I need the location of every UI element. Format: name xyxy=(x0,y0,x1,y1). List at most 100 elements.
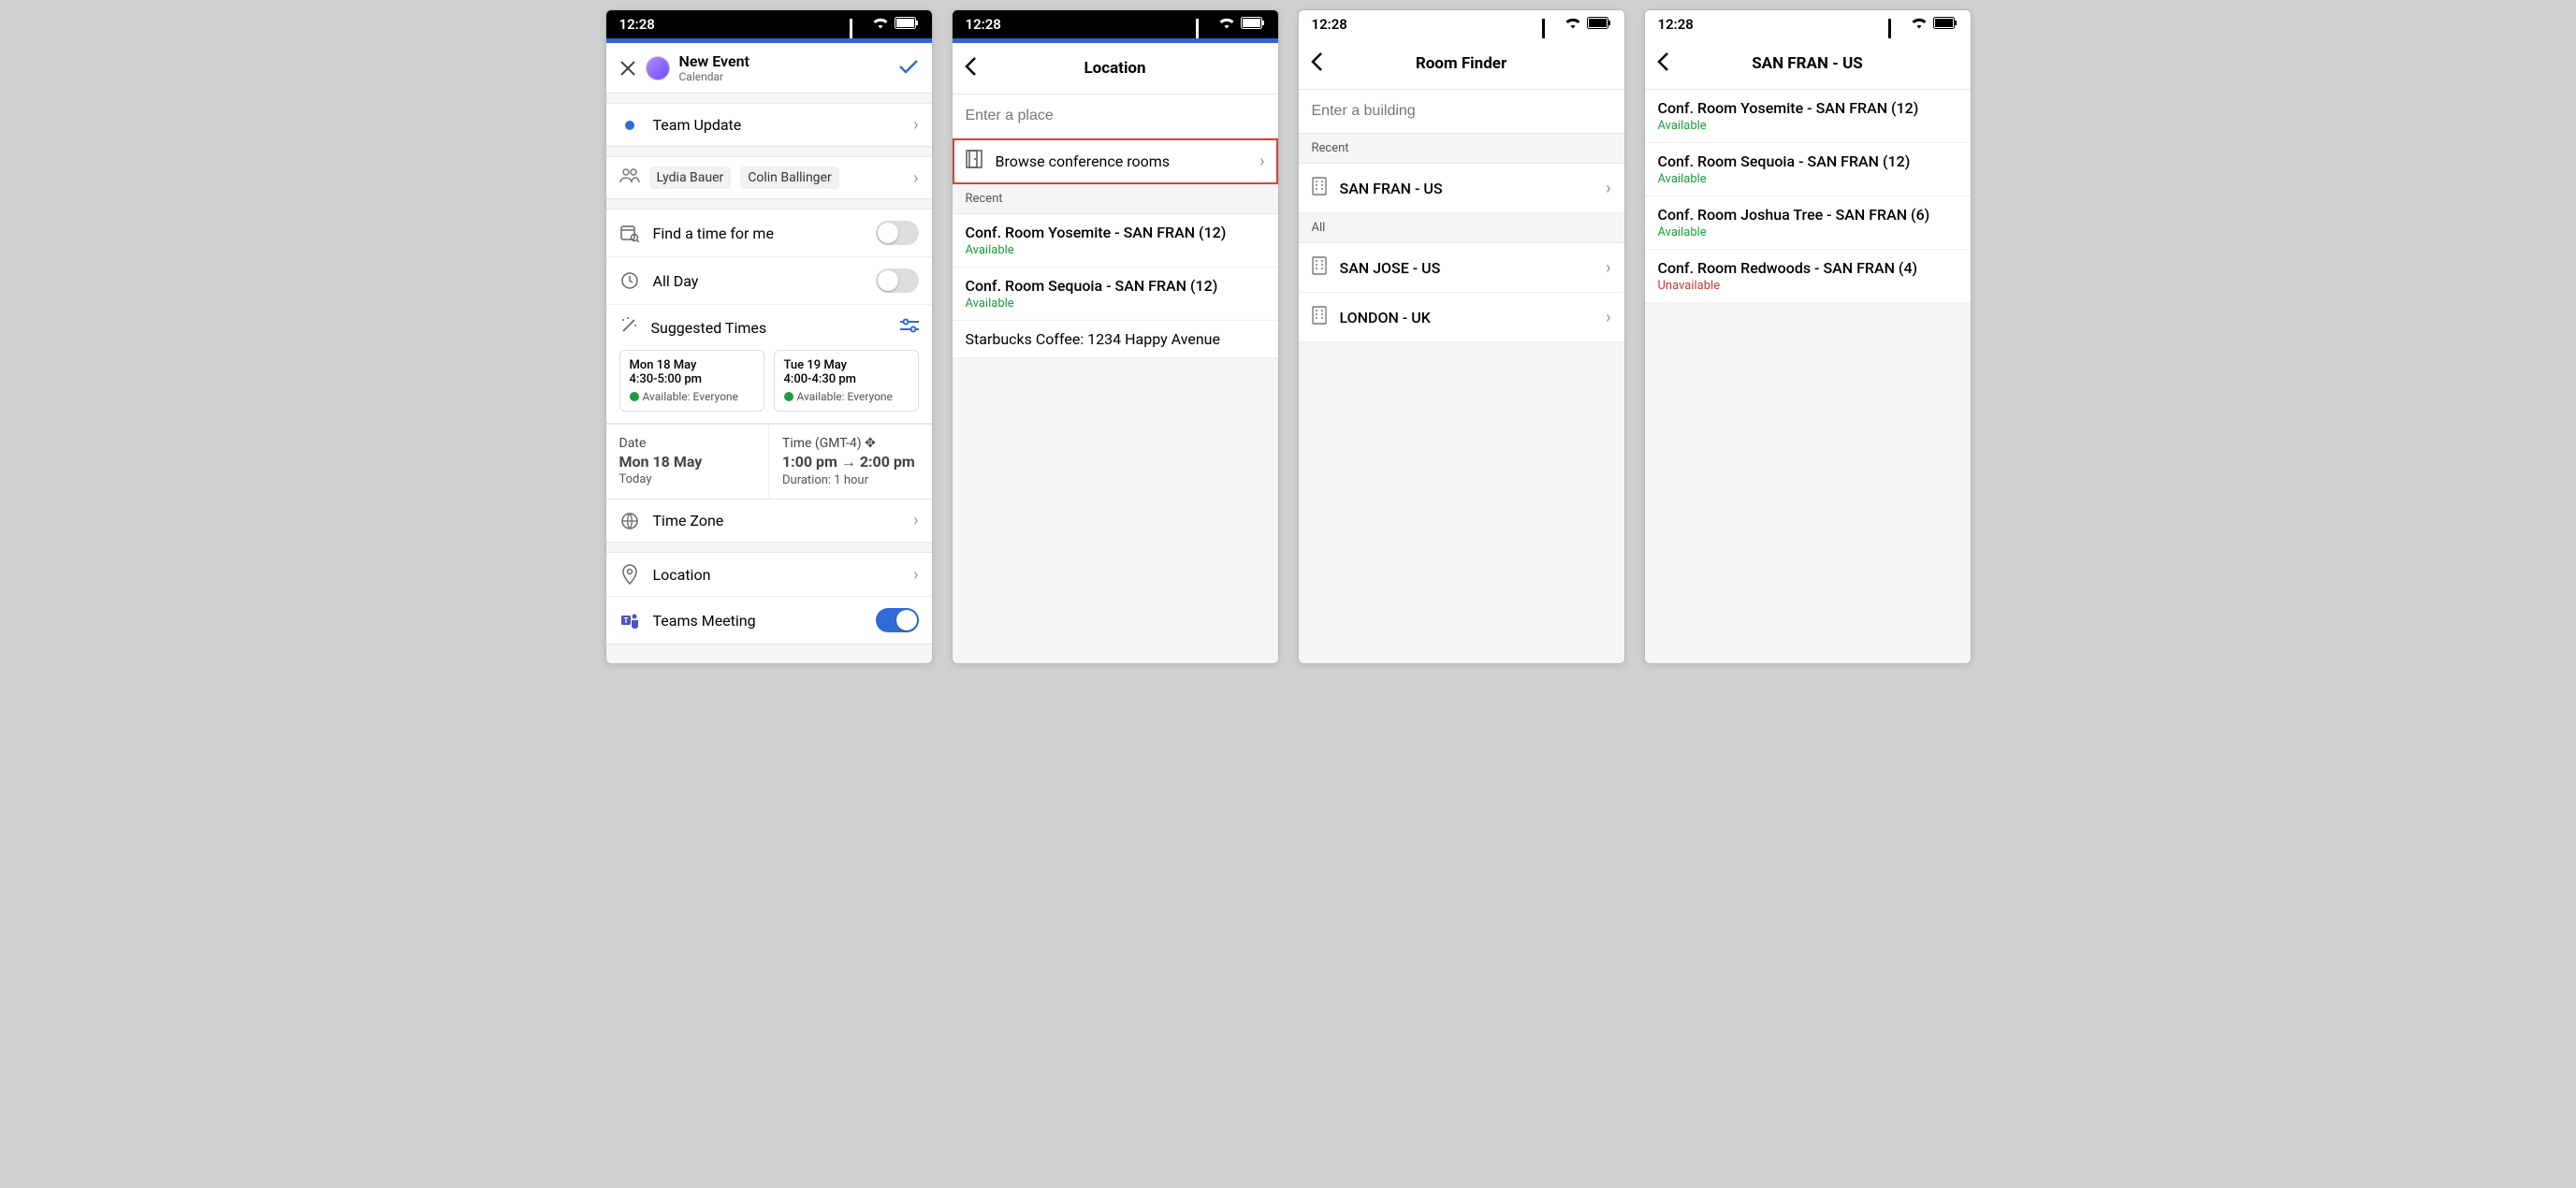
status-time: 12:28 xyxy=(966,16,1001,33)
all-day-toggle[interactable] xyxy=(876,268,919,293)
battery-icon xyxy=(1241,16,1265,33)
cellular-signal-icon xyxy=(1196,19,1213,30)
attendee-chip[interactable]: Colin Ballinger xyxy=(740,167,838,189)
time-suggestion-card[interactable]: Tue 19 May 4:00-4:30 pm Available: Every… xyxy=(774,350,919,412)
header-titles: New Event Calendar xyxy=(679,52,889,83)
calendar-avatar xyxy=(646,56,670,80)
location-pin-icon xyxy=(619,564,640,585)
room-name: Conf. Room Redwoods - SAN FRAN (4) xyxy=(1658,259,1957,277)
status-indicators xyxy=(1888,16,1957,33)
building-icon xyxy=(1312,306,1327,328)
filter-icon[interactable] xyxy=(900,318,919,337)
teams-icon: T xyxy=(619,611,640,630)
find-time-label: Find a time for me xyxy=(653,225,863,242)
all-header: All xyxy=(1299,213,1624,243)
chevron-right-icon: › xyxy=(913,565,918,585)
chevron-right-icon: › xyxy=(1606,258,1610,278)
event-title-value: Team Update xyxy=(653,116,901,134)
globe-icon: ✥ xyxy=(865,436,876,451)
room-list-item[interactable]: Conf. Room Sequoia - SAN FRAN (12) Avail… xyxy=(1645,143,1971,196)
room-list-item[interactable]: Conf. Room Yosemite - SAN FRAN (12) Avai… xyxy=(1645,90,1971,143)
duration-value: Duration: 1 hour xyxy=(782,473,919,487)
suggestion-time: 4:30-5:00 pm xyxy=(630,372,754,386)
building-list-item[interactable]: SAN FRAN - US › xyxy=(1299,164,1624,213)
cellular-signal-icon xyxy=(1888,19,1905,30)
suggestion-date: Mon 18 May xyxy=(630,358,754,372)
status-time: 12:28 xyxy=(1312,16,1347,33)
place-search-input[interactable] xyxy=(953,94,1278,138)
time-suggestion-card[interactable]: Mon 18 May 4:30-5:00 pm Available: Every… xyxy=(619,350,764,412)
building-icon xyxy=(1312,177,1327,199)
status-indicators xyxy=(1196,16,1265,33)
building-list-item[interactable]: SAN JOSE - US › xyxy=(1299,243,1624,293)
building-icon xyxy=(1312,256,1327,279)
wifi-icon xyxy=(1218,16,1235,33)
location-label: Location xyxy=(653,566,901,584)
building-search-input[interactable] xyxy=(1299,90,1624,134)
suggestion-date: Tue 19 May xyxy=(784,358,909,372)
chevron-right-icon: › xyxy=(913,511,918,530)
date-value: Mon 18 May xyxy=(619,453,756,471)
calendar-search-icon xyxy=(619,224,640,242)
location-header: Location xyxy=(953,43,1278,94)
confirm-icon[interactable] xyxy=(898,59,919,78)
find-time-row[interactable]: Find a time for me xyxy=(606,210,932,257)
suggested-times-header: Suggested Times xyxy=(606,305,932,350)
room-status: Available xyxy=(1658,225,1957,239)
teams-meeting-row[interactable]: T Teams Meeting xyxy=(606,597,932,644)
location-row[interactable]: Location › xyxy=(606,553,932,597)
room-name: Conf. Room Joshua Tree - SAN FRAN (6) xyxy=(1658,206,1957,224)
room-list-item[interactable]: Conf. Room Redwoods - SAN FRAN (4) Unava… xyxy=(1645,250,1971,303)
attendee-chip[interactable]: Lydia Bauer xyxy=(649,167,732,189)
svg-text:T: T xyxy=(623,616,628,625)
time-value: 1:00 pm → 2:00 pm xyxy=(782,453,919,471)
timezone-row[interactable]: Time Zone › xyxy=(606,500,932,542)
room-name: Conf. Room Sequoia - SAN FRAN (12) xyxy=(966,277,1265,295)
status-bar: 12:28 xyxy=(606,10,932,38)
attendees-row[interactable]: Lydia Bauer Colin Ballinger › xyxy=(606,156,932,199)
date-time-row[interactable]: Date Mon 18 May Today Time (GMT-4) ✥ 1:0… xyxy=(606,424,932,500)
status-time: 12:28 xyxy=(619,16,655,33)
time-options-section: Find a time for me All Day Suggested Tim… xyxy=(606,209,932,424)
chevron-right-icon: › xyxy=(1259,152,1264,171)
date-label: Date xyxy=(619,436,756,451)
location-teams-section: Location › T Teams Meeting xyxy=(606,552,932,645)
header-title: New Event xyxy=(679,52,889,70)
timezone-label: Time Zone xyxy=(653,512,901,529)
suggested-times-label: Suggested Times xyxy=(651,319,887,337)
all-day-label: All Day xyxy=(653,272,863,290)
battery-icon xyxy=(895,16,919,33)
browse-conference-rooms-row[interactable]: Browse conference rooms › xyxy=(953,138,1278,184)
clock-icon xyxy=(619,271,640,290)
door-icon xyxy=(966,150,982,172)
wifi-icon xyxy=(1565,16,1581,33)
teams-meeting-label: Teams Meeting xyxy=(653,612,863,630)
date-cell[interactable]: Date Mon 18 May Today xyxy=(606,425,769,499)
status-bar: 12:28 xyxy=(1299,10,1624,38)
chevron-right-icon: › xyxy=(913,115,918,135)
time-cell[interactable]: Time (GMT-4) ✥ 1:00 pm → 2:00 pm Duratio… xyxy=(768,425,932,499)
time-label: Time (GMT-4) ✥ xyxy=(782,436,919,451)
room-list-item[interactable]: Conf. Room Joshua Tree - SAN FRAN (6) Av… xyxy=(1645,196,1971,250)
close-icon[interactable] xyxy=(619,60,636,77)
header-subtitle: Calendar xyxy=(679,70,889,83)
building-list-item[interactable]: LONDON - UK › xyxy=(1299,293,1624,342)
building-name: LONDON - UK xyxy=(1340,309,1594,326)
dot-icon xyxy=(619,121,640,130)
teams-meeting-toggle[interactable] xyxy=(876,608,919,632)
status-time: 12:28 xyxy=(1658,16,1694,33)
room-name: Conf. Room Yosemite - SAN FRAN (12) xyxy=(1658,99,1957,117)
screen-location: 12:28 Location Browse conference rooms ›… xyxy=(952,9,1279,664)
place-list-item[interactable]: Starbucks Coffee: 1234 Happy Avenue xyxy=(953,321,1278,358)
all-day-row[interactable]: All Day xyxy=(606,257,932,305)
event-title-row[interactable]: Team Update › xyxy=(606,104,932,146)
chevron-right-icon: › xyxy=(1606,308,1610,327)
globe-icon xyxy=(619,512,640,530)
screen-room-finder: 12:28 Room Finder Recent SAN FRAN - US ›… xyxy=(1298,9,1625,664)
status-bar: 12:28 xyxy=(953,10,1278,38)
room-list-item[interactable]: Conf. Room Yosemite - SAN FRAN (12) Avai… xyxy=(953,214,1278,268)
room-status: Unavailable xyxy=(1658,279,1957,293)
wifi-icon xyxy=(872,16,889,33)
room-list-item[interactable]: Conf. Room Sequoia - SAN FRAN (12) Avail… xyxy=(953,268,1278,321)
find-time-toggle[interactable] xyxy=(876,221,919,245)
